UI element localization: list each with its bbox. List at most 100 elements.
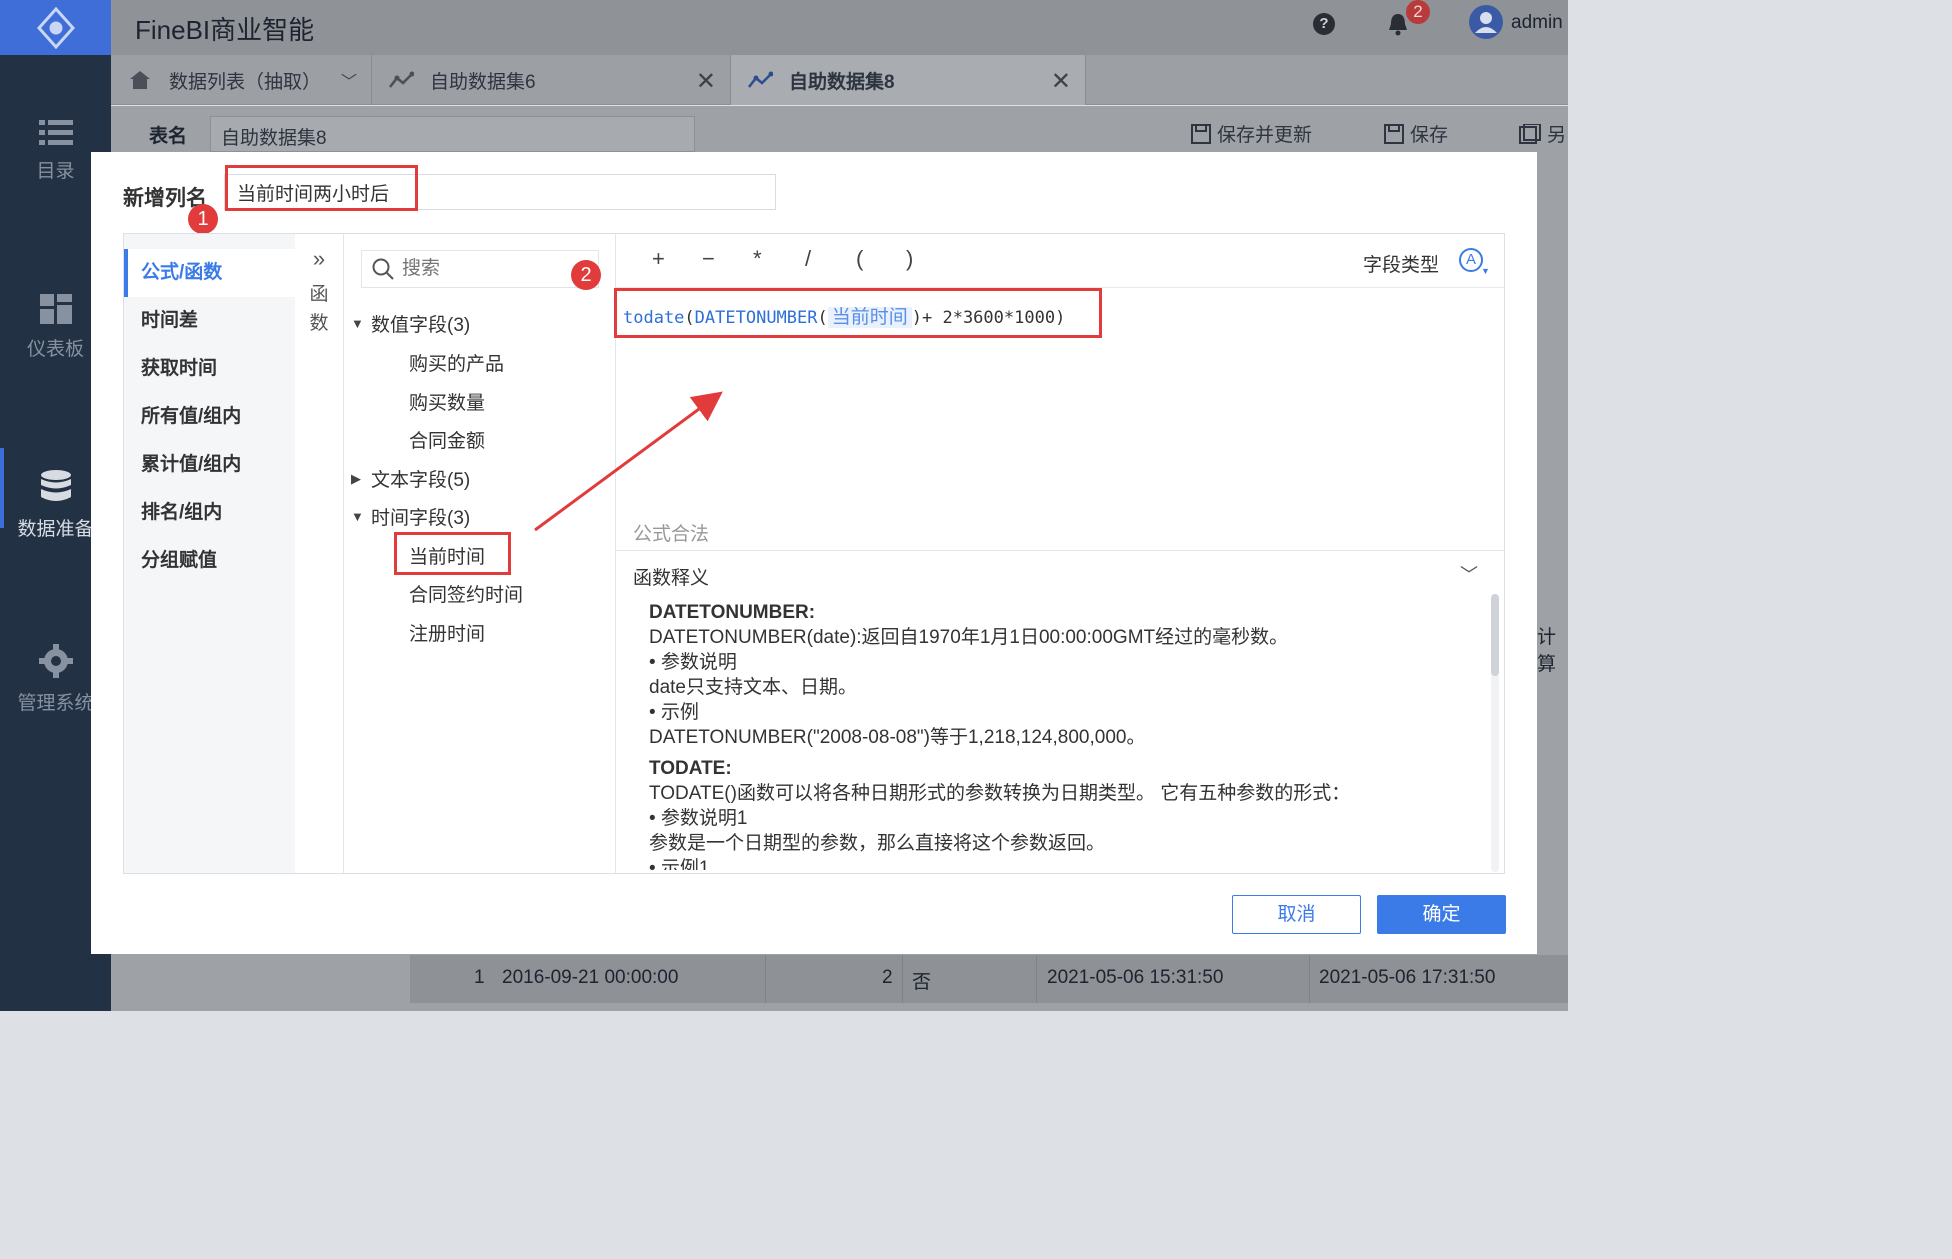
search-box[interactable] [361,250,599,288]
formula-token: )+ 2*3600*1000 [911,308,1056,328]
caret-down-icon[interactable]: ▼ [351,509,371,524]
table-name-input[interactable]: 自助数据集8 [210,116,695,152]
multiply-button[interactable]: * [753,246,762,272]
chevron-down-icon[interactable]: ﹀ [341,68,357,92]
explain-heading: DATETONUMBER: [649,602,816,623]
divide-button[interactable]: / [805,246,811,272]
caret-down-icon[interactable]: ▼ [351,316,371,331]
double-chevron-right-icon[interactable]: » [295,246,343,272]
plus-button[interactable]: + [652,246,665,272]
category-all-values[interactable]: 所有值/组内 [124,393,295,441]
field-group-numeric[interactable]: ▼ 数值字段(3) [351,310,470,337]
top-bar: FineBI商业智能 ? 2 admin [111,0,1568,55]
field-item[interactable]: 注册时间 [409,619,485,646]
explain-line: 参数是一个日期型的参数，那么直接将这个参数返回。 [649,833,1106,854]
sidebar-item-label: 目录 [36,161,75,182]
explain-line: • 示例1 [649,858,710,870]
function-tab-label: 函数 [309,284,329,334]
column-name-input[interactable] [224,174,776,210]
logo-icon[interactable] [0,0,111,55]
formula-token: ) [1055,308,1066,328]
group-label: 文本字段(5) [371,470,471,491]
table-cell: 2021-05-06 15:31:50 [1047,967,1224,988]
user-icon [1475,12,1497,33]
table-cell: 2016-09-21 00:00:00 [502,967,679,988]
explain-line: • 示例 [649,702,699,723]
explain-title: 函数释义 [633,568,710,589]
field-group-time[interactable]: ▼ 时间字段(3) [351,503,470,530]
chevron-down-icon[interactable]: ﹀ [1460,561,1478,587]
minus-button[interactable]: − [702,246,715,272]
category-cumulative[interactable]: 累计值/组内 [124,441,295,489]
table-cell: 2 [882,967,893,988]
gear-icon [38,644,73,678]
formula-field-ref: 当前时间 [827,307,912,328]
tab-bar: 数据列表（抽取） ﹀ 自助数据集6 ✕ 自助数据集8 ✕ [111,55,1568,105]
help-icon[interactable]: ? [1313,13,1335,35]
search-input[interactable] [402,258,562,280]
avatar[interactable] [1469,5,1503,39]
formula-editor: + − * / ( ) 字段类型 A ▼ todate(DATETONUMBER… [616,234,1504,873]
line-chart-icon [389,71,414,88]
category-rank[interactable]: 排名/组内 [124,489,295,537]
explain-heading: TODATE: [649,758,732,779]
formula-function: todate [623,308,685,328]
tab-dataset6[interactable]: 自助数据集6 ✕ [372,55,730,105]
table-row: 1 2016-09-21 00:00:00 2 否 2021-05-06 15:… [410,955,1568,1003]
table-cell: 否 [912,972,932,993]
explain-header[interactable]: 函数释义 ﹀ [616,550,1504,592]
tab-label: 自助数据集6 [430,71,536,93]
field-item[interactable]: 购买的产品 [409,349,504,376]
save-icon [1191,123,1211,144]
user-name[interactable]: admin [1511,12,1563,34]
field-item[interactable]: 购买数量 [409,388,485,415]
formula-panel: 公式/函数 时间差 获取时间 所有值/组内 累计值/组内 排名/组内 分组赋值 … [123,233,1505,874]
search-icon [372,258,394,280]
dashboard-icon [39,294,72,324]
database-icon [40,470,71,501]
background-text: 计算 [1537,627,1557,675]
scrollbar[interactable] [1491,594,1499,872]
home-icon [130,71,150,89]
caret-down-icon[interactable]: ▼ [1481,266,1490,276]
save-update-button[interactable]: 保存并更新 [1191,120,1312,147]
function-toggle[interactable]: » 函数 [295,234,344,873]
table-header: 表名 自助数据集8 保存并更新 保存 另 [111,106,1568,152]
field-item[interactable]: 合同签约时间 [409,580,523,607]
close-paren-button[interactable]: ) [906,246,913,272]
close-icon[interactable]: ✕ [696,67,716,96]
field-group-text[interactable]: ▶ 文本字段(5) [351,465,470,492]
list-icon [38,120,73,145]
save-as-label: 另 [1547,125,1567,146]
sidebar-item-label: 管理系统 [17,693,94,714]
category-group-assign[interactable]: 分组赋值 [124,537,295,585]
sidebar-item-label: 数据准备 [17,519,94,540]
explain-line: • 参数说明 [649,652,737,673]
cancel-button[interactable]: 取消 [1232,895,1361,934]
save-label: 保存 [1410,125,1449,146]
scrollbar-thumb[interactable] [1491,594,1499,676]
field-item[interactable]: 当前时间 [409,542,485,569]
open-paren-button[interactable]: ( [856,246,863,272]
explain-line: • 参数说明1 [649,808,748,829]
tab-data-list[interactable]: 数据列表（抽取） ﹀ [111,55,371,105]
category-formula[interactable]: 公式/函数 [124,249,295,297]
save-as-icon [1519,123,1541,144]
group-label: 数值字段(3) [371,315,471,336]
formula-text[interactable]: todate(DATETONUMBER(当前时间)+ 2*3600*1000) [623,302,1065,329]
save-as-button[interactable]: 另 [1519,120,1566,147]
explain-line: TODATE()函数可以将各种日期形式的参数转换为日期类型。 它有五种参数的形式… [649,783,1351,804]
category-get-time[interactable]: 获取时间 [124,345,295,393]
formula-token: ( [684,308,695,328]
tab-dataset8[interactable]: 自助数据集8 ✕ [731,55,1085,105]
category-time-diff[interactable]: 时间差 [124,297,295,345]
field-item[interactable]: 合同金额 [409,426,485,453]
table-cell: 1 [474,967,485,988]
close-icon[interactable]: ✕ [1051,67,1071,96]
line-chart-icon [748,71,773,88]
ok-button[interactable]: 确定 [1377,895,1506,934]
save-button[interactable]: 保存 [1384,120,1448,147]
field-type-icon[interactable]: A [1459,248,1483,272]
tab-label: 自助数据集8 [789,71,895,93]
caret-right-icon[interactable]: ▶ [351,471,371,487]
